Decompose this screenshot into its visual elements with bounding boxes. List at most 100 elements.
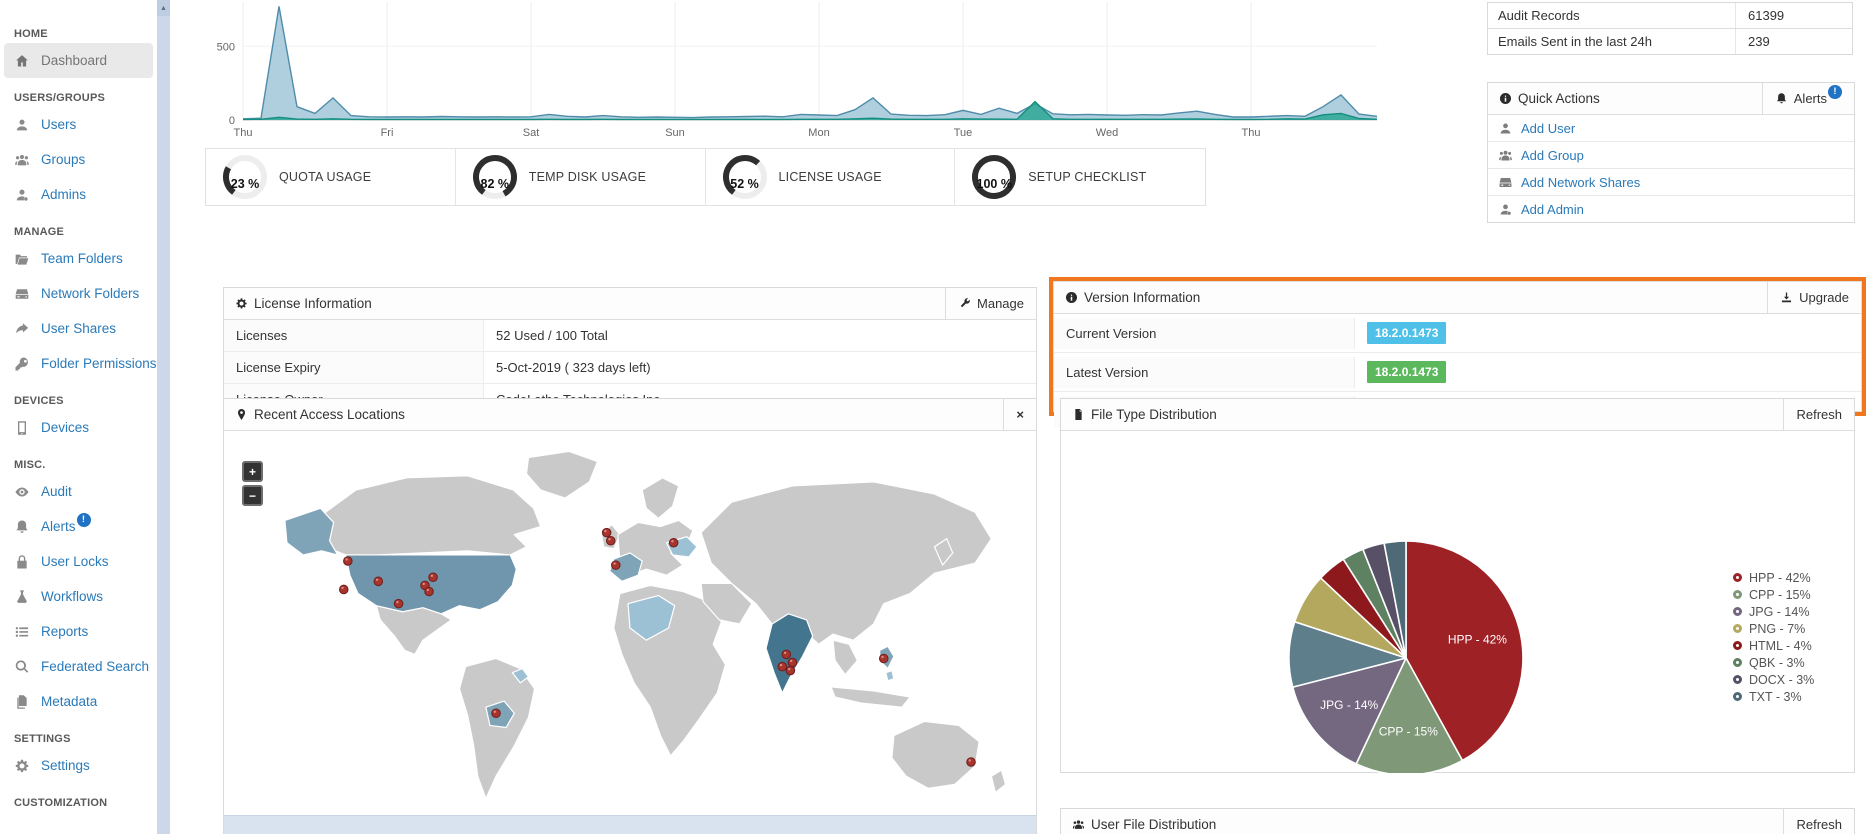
map-marker[interactable] — [394, 599, 403, 608]
row-value: 18.2.0.1473 — [1355, 353, 1458, 391]
map-marker[interactable] — [374, 577, 383, 586]
quick-actions-header: Quick Actions Alerts ! — [1488, 83, 1854, 115]
sidebar-item-admins[interactable]: Admins — [0, 177, 157, 212]
pie-slice-label: HPP - 42% — [1448, 633, 1507, 647]
map-marker[interactable] — [612, 561, 621, 570]
legend-marker — [1733, 573, 1742, 582]
legend-item-html-4[interactable]: HTML - 4% — [1733, 637, 1814, 654]
legend-item-docx-3[interactable]: DOCX - 3% — [1733, 671, 1814, 688]
stat-row-emails-sent-in-the-last-24h: Emails Sent in the last 24h239 — [1488, 29, 1852, 54]
map-marker[interactable] — [669, 538, 678, 547]
sidebar-item-folder-permissions[interactable]: Folder Permissions — [0, 346, 157, 381]
legend-label: QBK - 3% — [1749, 656, 1805, 670]
svg-text:Sat: Sat — [523, 127, 540, 139]
close-map-button[interactable]: × — [1003, 399, 1036, 430]
sidebar-item-settings[interactable]: Settings — [0, 748, 157, 783]
legend-label: HTML - 4% — [1749, 639, 1812, 653]
action-label: Add User — [1521, 121, 1575, 136]
manage-button-label: Manage — [977, 296, 1024, 311]
sidebar-item-network-folders[interactable]: Network Folders — [0, 276, 157, 311]
map-marker[interactable] — [602, 528, 611, 537]
map-marker[interactable] — [788, 658, 797, 667]
sidebar-item-users[interactable]: Users — [0, 107, 157, 142]
refresh-file-type-button[interactable]: Refresh — [1783, 399, 1854, 430]
map-marker[interactable] — [340, 585, 349, 594]
add-user-link[interactable]: Add User — [1488, 115, 1854, 141]
sidebar-item-groups[interactable]: Groups — [0, 142, 157, 177]
flask-icon — [14, 589, 30, 605]
metadata-icon — [14, 694, 30, 710]
legend-label: JPG - 14% — [1749, 605, 1809, 619]
sidebar-item-user-locks[interactable]: User Locks — [0, 544, 157, 579]
upgrade-button[interactable]: Upgrade — [1767, 282, 1861, 313]
close-icon: × — [1016, 407, 1024, 422]
map-marker[interactable] — [492, 709, 501, 718]
map-marker[interactable] — [786, 666, 795, 675]
quick-actions-panel: Quick Actions Alerts ! Add User Add Group… — [1487, 82, 1855, 223]
legend-item-png-7[interactable]: PNG - 7% — [1733, 620, 1814, 637]
gauge-temp-disk-usage: 82 %TEMP DISK USAGE — [456, 149, 706, 205]
map-marker[interactable] — [425, 587, 434, 596]
sidebar-item-federated-search[interactable]: Federated Search — [0, 649, 157, 684]
users-icon — [14, 152, 30, 168]
stat-label: Audit Records — [1488, 8, 1735, 23]
version-highlight-frame: Version Information Upgrade Current Vers… — [1049, 277, 1866, 416]
map-zoom-out-button[interactable]: − — [242, 485, 263, 506]
gauge-value: 23 % — [222, 177, 268, 191]
download-icon — [1780, 291, 1793, 304]
refresh-user-file-button[interactable]: Refresh — [1783, 809, 1854, 834]
drive-icon — [1498, 175, 1513, 190]
sidebar-item-reports[interactable]: Reports — [0, 614, 157, 649]
sidebar-section-home: HOME — [0, 14, 157, 43]
manage-button[interactable]: Manage — [945, 288, 1036, 319]
sidebar-item-user-shares[interactable]: User Shares — [0, 311, 157, 346]
sidebar-item-alerts[interactable]: Alerts! — [0, 509, 157, 544]
legend-marker — [1733, 624, 1742, 633]
sidebar-item-team-folders[interactable]: Team Folders — [0, 241, 157, 276]
legend-item-qbk-3[interactable]: QBK - 3% — [1733, 654, 1814, 671]
file-icon — [1072, 408, 1085, 421]
alerts-button[interactable]: Alerts ! — [1762, 83, 1854, 114]
add-group-link[interactable]: Add Group — [1488, 141, 1854, 168]
file-type-distribution-title: File Type Distribution — [1091, 407, 1217, 422]
add-admin-link[interactable]: Add Admin — [1488, 195, 1854, 222]
legend-item-jpg-14[interactable]: JPG - 14% — [1733, 603, 1814, 620]
scroll-up-arrow[interactable]: ▲ — [157, 0, 170, 16]
sidebar-item-dashboard[interactable]: Dashboard — [4, 43, 153, 78]
map-marker[interactable] — [967, 758, 976, 767]
map-marker[interactable] — [879, 654, 888, 663]
legend-item-cpp-15[interactable]: CPP - 15% — [1733, 586, 1814, 603]
sidebar-scrollbar[interactable]: ▲ — [157, 0, 170, 834]
sidebar-item-label: Network Folders — [41, 286, 139, 301]
map-zoom-in-button[interactable]: + — [242, 461, 263, 482]
lock-icon — [14, 554, 30, 570]
legend-item-hpp-42[interactable]: HPP - 42% — [1733, 569, 1814, 586]
row-value: 52 Used / 100 Total — [484, 320, 620, 351]
device-icon — [14, 420, 30, 436]
add-network-shares-link[interactable]: Add Network Shares — [1488, 168, 1854, 195]
refresh-label: Refresh — [1796, 817, 1842, 832]
gauge-label: LICENSE USAGE — [779, 170, 882, 184]
map-marker[interactable] — [782, 650, 791, 659]
legend-item-txt-3[interactable]: TXT - 3% — [1733, 688, 1814, 705]
sidebar-item-devices[interactable]: Devices — [0, 410, 157, 445]
folder-icon — [14, 251, 30, 267]
alerts-button-label: Alerts — [1794, 91, 1827, 106]
system-stats-panel: Audit Records61399Emails Sent in the las… — [1487, 2, 1853, 55]
sidebar-item-label: Reports — [41, 624, 88, 639]
version-information-panel: Version Information Upgrade Current Vers… — [1053, 281, 1862, 412]
sidebar-item-label: Alerts — [41, 519, 76, 534]
map-marker[interactable] — [429, 573, 438, 582]
map-marker[interactable] — [778, 662, 787, 671]
admin-dashboard: HOMEDashboardUSERS/GROUPSUsersGroupsAdmi… — [0, 0, 1868, 834]
map-marker[interactable] — [606, 536, 615, 545]
stat-row-audit-records: Audit Records61399 — [1488, 3, 1852, 29]
sidebar-item-workflows[interactable]: Workflows — [0, 579, 157, 614]
quick-actions-title: Quick Actions — [1518, 91, 1600, 106]
home-icon — [14, 53, 30, 69]
sidebar-item-metadata[interactable]: Metadata — [0, 684, 157, 719]
map-header: Recent Access Locations × — [224, 399, 1036, 431]
row-label: Licenses — [224, 320, 484, 351]
sidebar-item-audit[interactable]: Audit — [0, 474, 157, 509]
map-marker[interactable] — [344, 557, 353, 566]
